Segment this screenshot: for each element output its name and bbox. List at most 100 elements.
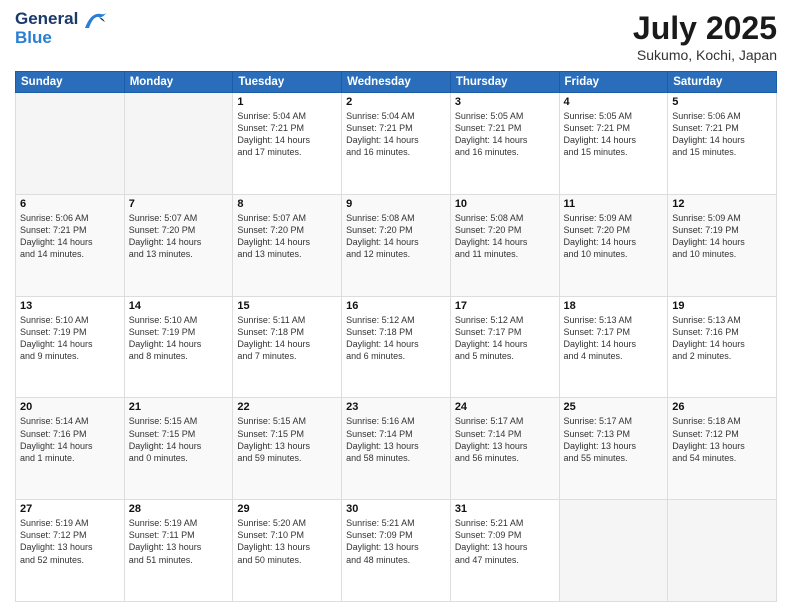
day-number: 1 <box>237 96 337 108</box>
day-number: 20 <box>20 401 120 413</box>
day-info: Sunrise: 5:08 AM Sunset: 7:20 PM Dayligh… <box>455 212 555 261</box>
table-row: 24 Sunrise: 5:17 AM Sunset: 7:14 PM Dayli… <box>450 398 559 500</box>
table-row: 9Sunrise: 5:08 AM Sunset: 7:20 PM Daylig… <box>342 194 451 296</box>
day-number: 3 <box>455 96 555 108</box>
day-info: Sunrise: 5:10 AM Sunset: 7:19 PM Dayligh… <box>129 314 229 363</box>
table-row: 29 Sunrise: 5:20 AM Sunset: 7:10 PM Dayli… <box>233 500 342 602</box>
table-row: 4 Sunrise: 5:05 AM Sunset: 7:21 PM Daylig… <box>559 93 668 195</box>
col-wednesday: Wednesday <box>342 72 451 93</box>
table-row: 26 Sunrise: 5:18 AM Sunset: 7:12 PM Dayli… <box>668 398 777 500</box>
table-row <box>668 500 777 602</box>
day-number: 2 <box>346 96 446 108</box>
day-number: 4 <box>564 96 664 108</box>
day-info: Sunrise: 5:21 AM Sunset: 7:09 PM Dayligh… <box>346 517 446 566</box>
day-info: Sunrise: 5:04 AM Sunset: 7:21 PM Dayligh… <box>237 110 337 159</box>
table-row <box>124 93 233 195</box>
day-number: 18 <box>564 300 664 312</box>
table-row: 20 Sunrise: 5:14 AM Sunset: 7:16 PM Dayli… <box>16 398 125 500</box>
month-title: July 2025 <box>633 10 777 47</box>
table-row: 17 Sunrise: 5:12 AM Sunset: 7:17 PM Dayli… <box>450 296 559 398</box>
calendar-table: Sunday Monday Tuesday Wednesday Thursday… <box>15 71 777 602</box>
day-info: Sunrise: 5:11 AM Sunset: 7:18 PM Dayligh… <box>237 314 337 363</box>
day-number: 6 <box>20 198 120 210</box>
day-info: Sunrise: 5:07 AM Sunset: 7:20 PM Dayligh… <box>237 212 337 261</box>
day-number: 12 <box>672 198 772 210</box>
day-info: Sunrise: 5:15 AM Sunset: 7:15 PM Dayligh… <box>129 415 229 464</box>
day-number: 25 <box>564 401 664 413</box>
day-number: 19 <box>672 300 772 312</box>
day-number: 24 <box>455 401 555 413</box>
table-row: 2Sunrise: 5:04 AM Sunset: 7:21 PM Daylig… <box>342 93 451 195</box>
table-row <box>16 93 125 195</box>
day-info: Sunrise: 5:09 AM Sunset: 7:19 PM Dayligh… <box>672 212 772 261</box>
col-saturday: Saturday <box>668 72 777 93</box>
day-number: 7 <box>129 198 229 210</box>
day-number: 11 <box>564 198 664 210</box>
table-row: 11 Sunrise: 5:09 AM Sunset: 7:20 PM Dayli… <box>559 194 668 296</box>
day-number: 17 <box>455 300 555 312</box>
table-row: 23Sunrise: 5:16 AM Sunset: 7:14 PM Dayli… <box>342 398 451 500</box>
calendar-week-row: 1 Sunrise: 5:04 AM Sunset: 7:21 PM Daylig… <box>16 93 777 195</box>
col-friday: Friday <box>559 72 668 93</box>
day-number: 21 <box>129 401 229 413</box>
day-info: Sunrise: 5:08 AM Sunset: 7:20 PM Dayligh… <box>346 212 446 261</box>
logo-line2: Blue <box>15 29 78 48</box>
table-row: 12 Sunrise: 5:09 AM Sunset: 7:19 PM Dayli… <box>668 194 777 296</box>
table-row <box>559 500 668 602</box>
table-row: 10 Sunrise: 5:08 AM Sunset: 7:20 PM Dayli… <box>450 194 559 296</box>
day-info: Sunrise: 5:16 AM Sunset: 7:14 PM Dayligh… <box>346 415 446 464</box>
day-number: 22 <box>237 401 337 413</box>
calendar-header-row: Sunday Monday Tuesday Wednesday Thursday… <box>16 72 777 93</box>
day-info: Sunrise: 5:18 AM Sunset: 7:12 PM Dayligh… <box>672 415 772 464</box>
table-row: 16 Sunrise: 5:12 AM Sunset: 7:18 PM Dayli… <box>342 296 451 398</box>
col-thursday: Thursday <box>450 72 559 93</box>
logo: General Blue <box>15 10 109 47</box>
table-row: 13Sunrise: 5:10 AM Sunset: 7:19 PM Dayli… <box>16 296 125 398</box>
day-number: 27 <box>20 503 120 515</box>
calendar-week-row: 27 Sunrise: 5:19 AM Sunset: 7:12 PM Dayli… <box>16 500 777 602</box>
day-number: 5 <box>672 96 772 108</box>
table-row: 15 Sunrise: 5:11 AM Sunset: 7:18 PM Dayli… <box>233 296 342 398</box>
day-info: Sunrise: 5:07 AM Sunset: 7:20 PM Dayligh… <box>129 212 229 261</box>
day-info: Sunrise: 5:14 AM Sunset: 7:16 PM Dayligh… <box>20 415 120 464</box>
table-row: 14Sunrise: 5:10 AM Sunset: 7:19 PM Dayli… <box>124 296 233 398</box>
day-info: Sunrise: 5:12 AM Sunset: 7:17 PM Dayligh… <box>455 314 555 363</box>
table-row: 22 Sunrise: 5:15 AM Sunset: 7:15 PM Dayli… <box>233 398 342 500</box>
day-info: Sunrise: 5:21 AM Sunset: 7:09 PM Dayligh… <box>455 517 555 566</box>
day-info: Sunrise: 5:06 AM Sunset: 7:21 PM Dayligh… <box>20 212 120 261</box>
table-row: 31Sunrise: 5:21 AM Sunset: 7:09 PM Dayli… <box>450 500 559 602</box>
location: Sukumo, Kochi, Japan <box>633 47 777 63</box>
table-row: 21 Sunrise: 5:15 AM Sunset: 7:15 PM Dayli… <box>124 398 233 500</box>
day-number: 26 <box>672 401 772 413</box>
day-number: 29 <box>237 503 337 515</box>
day-info: Sunrise: 5:19 AM Sunset: 7:12 PM Dayligh… <box>20 517 120 566</box>
table-row: 19 Sunrise: 5:13 AM Sunset: 7:16 PM Dayli… <box>668 296 777 398</box>
day-info: Sunrise: 5:05 AM Sunset: 7:21 PM Dayligh… <box>564 110 664 159</box>
calendar-week-row: 20 Sunrise: 5:14 AM Sunset: 7:16 PM Dayli… <box>16 398 777 500</box>
calendar-week-row: 6 Sunrise: 5:06 AM Sunset: 7:21 PM Daylig… <box>16 194 777 296</box>
day-info: Sunrise: 5:15 AM Sunset: 7:15 PM Dayligh… <box>237 415 337 464</box>
table-row: 5Sunrise: 5:06 AM Sunset: 7:21 PM Daylig… <box>668 93 777 195</box>
day-info: Sunrise: 5:20 AM Sunset: 7:10 PM Dayligh… <box>237 517 337 566</box>
logo-bird-icon <box>81 10 109 32</box>
day-info: Sunrise: 5:13 AM Sunset: 7:16 PM Dayligh… <box>672 314 772 363</box>
day-info: Sunrise: 5:17 AM Sunset: 7:14 PM Dayligh… <box>455 415 555 464</box>
table-row: 8 Sunrise: 5:07 AM Sunset: 7:20 PM Daylig… <box>233 194 342 296</box>
col-sunday: Sunday <box>16 72 125 93</box>
day-number: 15 <box>237 300 337 312</box>
table-row: 18 Sunrise: 5:13 AM Sunset: 7:17 PM Dayli… <box>559 296 668 398</box>
day-info: Sunrise: 5:13 AM Sunset: 7:17 PM Dayligh… <box>564 314 664 363</box>
table-row: 6 Sunrise: 5:06 AM Sunset: 7:21 PM Daylig… <box>16 194 125 296</box>
table-row: 25Sunrise: 5:17 AM Sunset: 7:13 PM Dayli… <box>559 398 668 500</box>
day-info: Sunrise: 5:12 AM Sunset: 7:18 PM Dayligh… <box>346 314 446 363</box>
day-number: 16 <box>346 300 446 312</box>
day-number: 28 <box>129 503 229 515</box>
table-row: 3Sunrise: 5:05 AM Sunset: 7:21 PM Daylig… <box>450 93 559 195</box>
day-number: 10 <box>455 198 555 210</box>
day-number: 8 <box>237 198 337 210</box>
table-row: 30Sunrise: 5:21 AM Sunset: 7:09 PM Dayli… <box>342 500 451 602</box>
header: General Blue July 2025 Sukumo, Kochi, Ja… <box>15 10 777 63</box>
logo-line1: General <box>15 10 78 29</box>
calendar-week-row: 13Sunrise: 5:10 AM Sunset: 7:19 PM Dayli… <box>16 296 777 398</box>
day-info: Sunrise: 5:09 AM Sunset: 7:20 PM Dayligh… <box>564 212 664 261</box>
